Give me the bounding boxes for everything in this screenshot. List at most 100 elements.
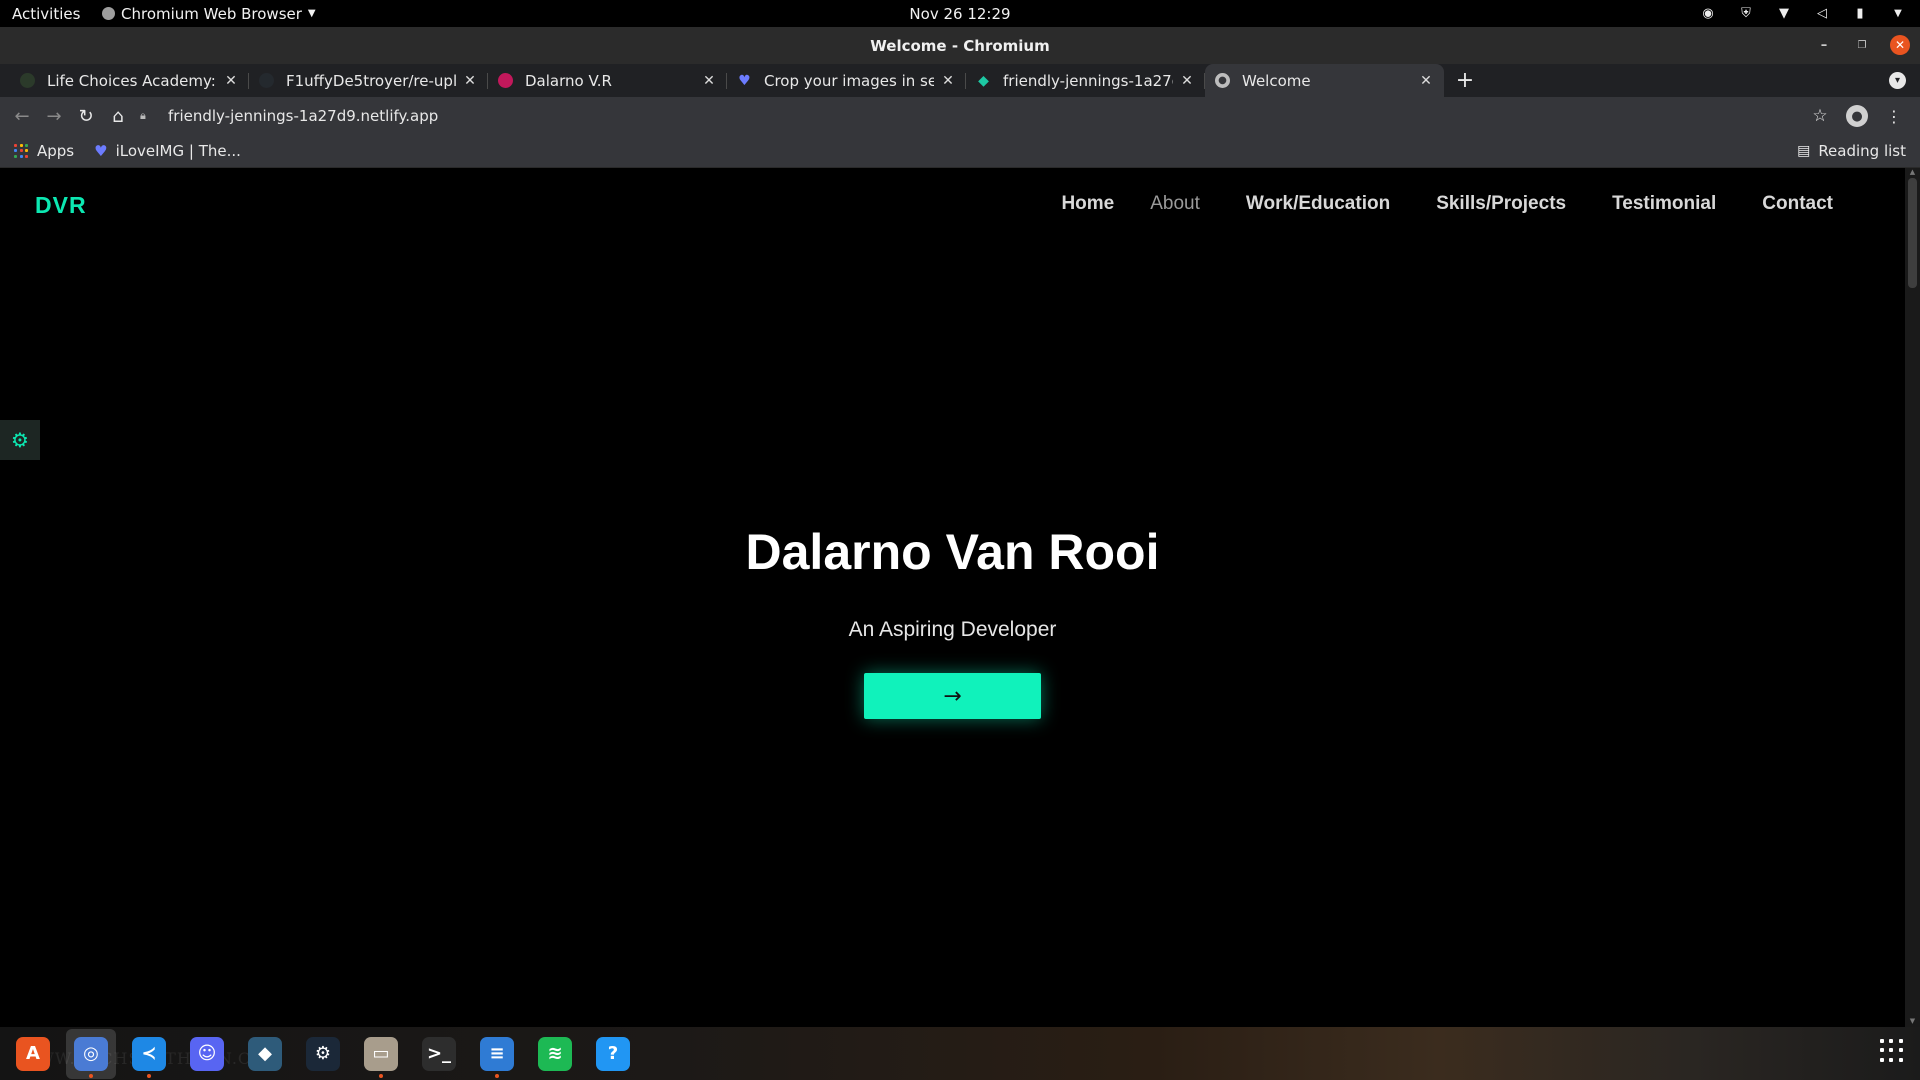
hero-cta-button[interactable]: → [864,673,1041,719]
lock-icon[interactable]: 🔒︎ [140,109,154,123]
tab-favicon-icon [498,73,513,88]
tab-welcome[interactable]: ● Welcome ✕ [1205,64,1444,97]
tab-title: Dalarno V.R [525,71,612,90]
running-indicator [147,1073,151,1078]
home-button[interactable]: ⌂ [102,100,134,132]
running-indicator [495,1073,499,1078]
nav-home[interactable]: Home [1061,193,1114,215]
tab-title: Life Choices Academy: Lo [47,71,217,90]
site-navbar: DVR Home About Work/Education Skills/Pro… [0,168,1905,242]
tab-close-icon[interactable]: ✕ [701,73,717,89]
tab-close-icon[interactable]: ✕ [1179,73,1195,89]
shield-tray-icon[interactable]: ⛨ [1738,6,1754,22]
activities-button[interactable]: Activities [0,5,102,23]
site-menu: Home About Work/Education Skills/Project… [1061,193,1833,215]
gnome-top-bar: Activities Chromium Web Browser ▼ Nov 26… [0,0,1920,27]
tab-favicon-icon [20,73,35,88]
close-window-button[interactable]: ✕ [1890,35,1910,55]
tab-close-icon[interactable]: ✕ [462,73,478,89]
discord-tray-icon[interactable]: ◉ [1700,6,1716,22]
tab-title: friendly-jennings-1a27d9 [1003,71,1173,90]
bookmark-apps[interactable]: Apps [14,142,74,160]
discord-icon: ☺ [190,1036,224,1071]
tab-dalarno[interactable]: Dalarno V.R ✕ [488,64,727,97]
tab-close-icon[interactable]: ✕ [223,73,239,89]
files-icon: ▭ [364,1036,398,1071]
dock-item[interactable]: >_ [414,1029,464,1079]
minimize-button[interactable]: – [1814,35,1834,55]
nav-skills-projects[interactable]: Skills/Projects [1436,193,1566,215]
tab-netlify[interactable]: ◆ friendly-jennings-1a27d9 ✕ [966,64,1205,97]
steam-icon: ⚙ [306,1036,340,1071]
dock-item[interactable]: ◎ [66,1028,116,1079]
running-indicator [379,1073,383,1078]
dock-item[interactable]: ⚙ [298,1029,348,1079]
browser-menu-icon[interactable]: ⋮ [1878,100,1910,132]
nav-about[interactable]: About [1150,193,1200,215]
mysql-workbench-icon: ◆ [248,1036,282,1071]
reading-list-icon: ▤ [1797,143,1811,159]
bookmark-label: Apps [37,142,75,160]
page-viewport: Dalarno Van Rooi An Aspiring Developer →… [0,168,1920,1027]
tab-title: Crop your images in secon [764,71,934,90]
scrollbar-thumb[interactable] [1908,178,1917,288]
netlify-favicon-icon: ◆ [978,72,989,89]
nav-contact[interactable]: Contact [1762,193,1833,215]
spotify-icon: ≋ [538,1036,572,1071]
system-tray[interactable]: ◉ ⛨ ▼ ◁ ▮ ▼ [1700,0,1906,27]
dock-item[interactable]: ≡ [472,1029,522,1079]
ubuntu-software-icon: A [16,1036,50,1071]
forward-button[interactable]: → [38,100,70,132]
dock-item[interactable]: A [8,1029,58,1079]
dock-item[interactable]: ◆ [240,1029,290,1079]
bookmark-label: iLoveIMG | The... [115,142,241,160]
system-menu-caret-icon[interactable]: ▼ [1890,6,1906,22]
tab-iloveimg[interactable]: ♥ Crop your images in secon ✕ [727,64,966,97]
bookmark-iloveimg[interactable]: ♥ iLoveIMG | The... [94,142,241,160]
scroll-up-arrow-icon[interactable]: ▲ [1905,168,1920,178]
nav-work-education[interactable]: Work/Education [1246,193,1390,215]
profile-avatar-icon[interactable]: ● [1846,105,1868,127]
arrow-right-icon: → [943,683,962,709]
nav-testimonial[interactable]: Testimonial [1612,193,1716,215]
hero-subtitle: An Aspiring Developer [848,618,1057,641]
window-titlebar[interactable]: Welcome - Chromium – ❐ ✕ [0,27,1920,64]
dock-item[interactable]: ≺ [124,1029,174,1079]
ubuntu-dock: WWW.ZACHSMITHSON.COM A◎≺☺◆⚙▭>_≡≋? [0,1027,1920,1080]
chromium-icon: ◎ [74,1036,108,1071]
dock-item[interactable]: ? [588,1029,638,1079]
page-scrollbar[interactable]: ▲ ▼ [1905,168,1920,1027]
wifi-icon[interactable]: ▼ [1776,6,1792,22]
url-text[interactable]: friendly-jennings-1a27d9.netlify.app [168,107,438,125]
show-applications-grid-icon[interactable] [1880,1039,1904,1063]
vscode-icon: ≺ [132,1036,166,1071]
github-favicon-icon [259,73,274,88]
dock-item[interactable]: ☺ [182,1029,232,1079]
bookmark-star-icon[interactable]: ☆ [1804,100,1836,132]
restore-button[interactable]: ❐ [1852,35,1872,55]
site-logo[interactable]: DVR [35,192,87,219]
volume-icon[interactable]: ◁ [1814,6,1830,22]
running-indicator [89,1073,93,1078]
tab-close-icon[interactable]: ✕ [940,73,956,89]
tab-life-choices[interactable]: Life Choices Academy: Lo ✕ [10,64,249,97]
tab-github[interactable]: F1uffyDe5troyer/re-uploa ✕ [249,64,488,97]
back-button[interactable]: ← [6,100,38,132]
battery-icon[interactable]: ▮ [1852,6,1868,22]
tab-close-icon[interactable]: ✕ [1418,73,1434,89]
scroll-down-arrow-icon[interactable]: ▼ [1905,1017,1920,1027]
tab-search-icon[interactable]: ▾ [1889,72,1906,89]
clock[interactable]: Nov 26 12:29 [909,5,1010,23]
reading-list-button[interactable]: ▤ Reading list [1797,142,1906,160]
new-tab-button[interactable]: + [1450,64,1480,97]
dock-item[interactable]: ▭ [356,1029,406,1079]
address-bar[interactable]: 🔒︎ friendly-jennings-1a27d9.netlify.app [140,101,1804,131]
dock-item[interactable]: ≋ [530,1029,580,1079]
browser-toolbar: ← → ↻ ⌂ 🔒︎ friendly-jennings-1a27d9.netl… [0,97,1920,135]
app-menu[interactable]: Chromium Web Browser ▼ [102,5,316,23]
terminal-icon: >_ [422,1036,456,1071]
reload-button[interactable]: ↻ [70,100,102,132]
caret-down-icon: ▼ [307,8,316,19]
heart-icon: ♥ [94,142,108,160]
theme-settings-gear-icon[interactable]: ⚙ [0,420,40,460]
